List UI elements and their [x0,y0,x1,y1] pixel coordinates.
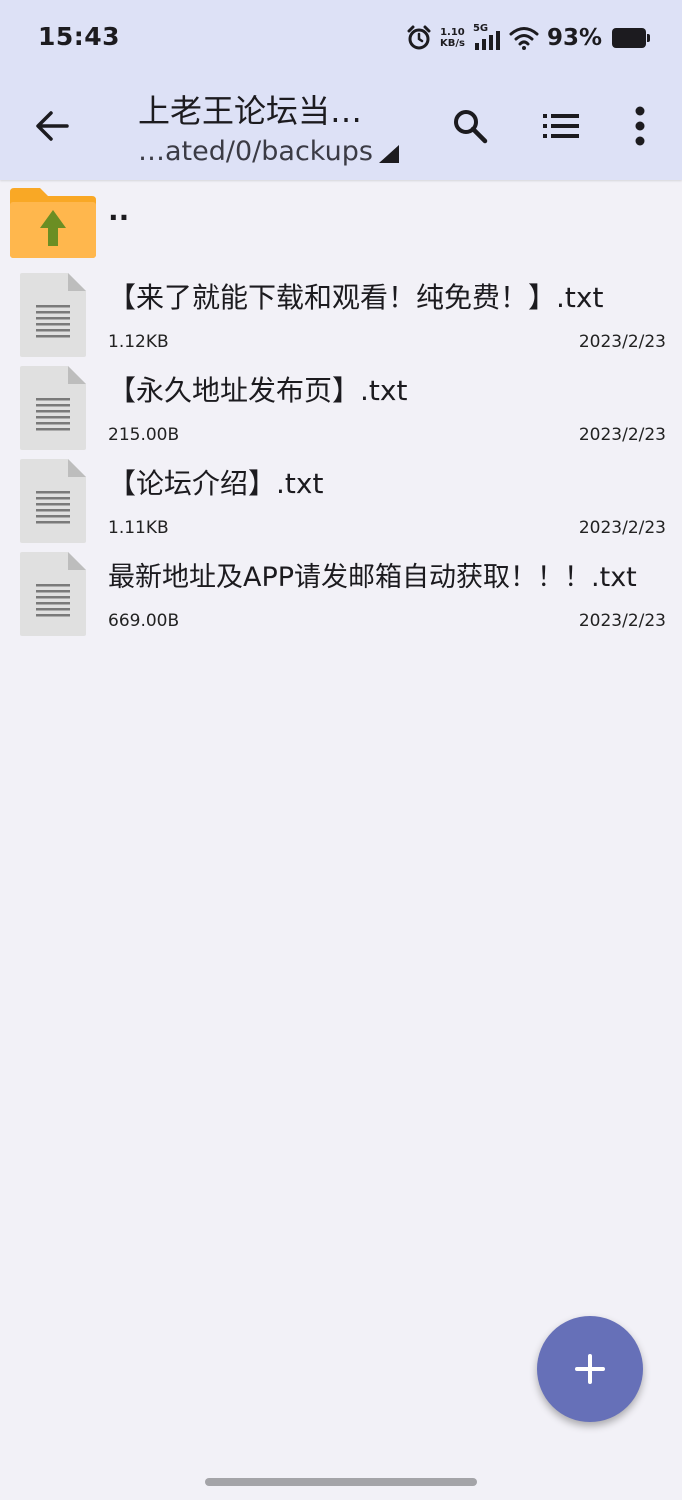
file-row[interactable]: 最新地址及APP请发邮箱自动获取！！！.txt 669.00B 2023/2/2… [0,549,682,642]
network-speed-value: 1.10 [440,27,465,38]
current-path: …ated/0/backups [138,136,373,167]
search-button[interactable] [440,96,500,156]
file-size: 1.11KB [108,518,169,538]
file-date: 2023/2/23 [578,332,666,352]
status-icons: 1.10 KB/s 5G 93% [406,22,650,54]
network-speed-unit: KB/s [439,38,465,49]
home-indicator[interactable] [205,1478,477,1486]
file-row[interactable]: 【来了就能下载和观看！纯免费！】.txt 1.12KB 2023/2/23 [0,270,682,363]
list-view-icon [543,114,579,138]
file-size: 1.12KB [108,332,169,352]
alarm-icon [407,25,431,50]
battery-icon [612,28,650,48]
text-file-icon [20,552,86,636]
folder-up-icon [10,188,96,258]
file-row[interactable]: 【永久地址发布页】.txt 215.00B 2023/2/23 [0,363,682,456]
plus-icon [575,1354,605,1384]
parent-directory-row[interactable]: .. [0,180,682,270]
file-name: 【永久地址发布页】.txt [108,374,408,407]
status-time: 15:43 [38,22,121,51]
back-button[interactable] [22,96,82,156]
path-selector[interactable]: …ated/0/backups [138,136,399,167]
app-bar: 15:43 1.10 KB/s 5G 93% 上老王论坛当… …ated/0/b… [0,0,682,180]
more-vert-icon [635,106,645,146]
file-name: 最新地址及APP请发邮箱自动获取！！！.txt [108,562,637,593]
battery-percent: 93% [546,25,602,51]
add-fab-button[interactable] [537,1316,643,1422]
network-speed: 1.10 KB/s [440,27,465,49]
search-icon [454,110,488,144]
arrow-back-icon [36,111,69,141]
file-date: 2023/2/23 [578,518,666,538]
file-name: 【论坛介绍】.txt [108,467,324,500]
wifi-icon [509,27,539,50]
signal-5g-icon: 5G [473,23,501,51]
file-size: 669.00B [108,611,180,631]
parent-directory-label: .. [108,194,130,227]
more-options-button[interactable] [610,96,670,156]
file-date: 2023/2/23 [578,611,666,631]
text-file-icon [20,459,86,543]
text-file-icon [20,273,86,357]
file-size: 215.00B [108,425,180,445]
file-name: 【来了就能下载和观看！纯免费！】.txt [108,281,604,314]
file-date: 2023/2/23 [578,425,666,445]
file-list: .. 【来了就能下载和观看！纯免费！】.txt 1.12KB 2023/2/23 [0,180,682,642]
toolbar: 上老王论坛当… …ated/0/backups [0,76,682,180]
text-file-icon [20,366,86,450]
file-row[interactable]: 【论坛介绍】.txt 1.11KB 2023/2/23 [0,456,682,549]
status-bar: 15:43 1.10 KB/s 5G 93% [0,0,682,76]
view-mode-button[interactable] [531,96,591,156]
dropdown-triangle-icon [378,145,399,163]
toolbar-title[interactable]: 上老王论坛当… [138,86,362,132]
